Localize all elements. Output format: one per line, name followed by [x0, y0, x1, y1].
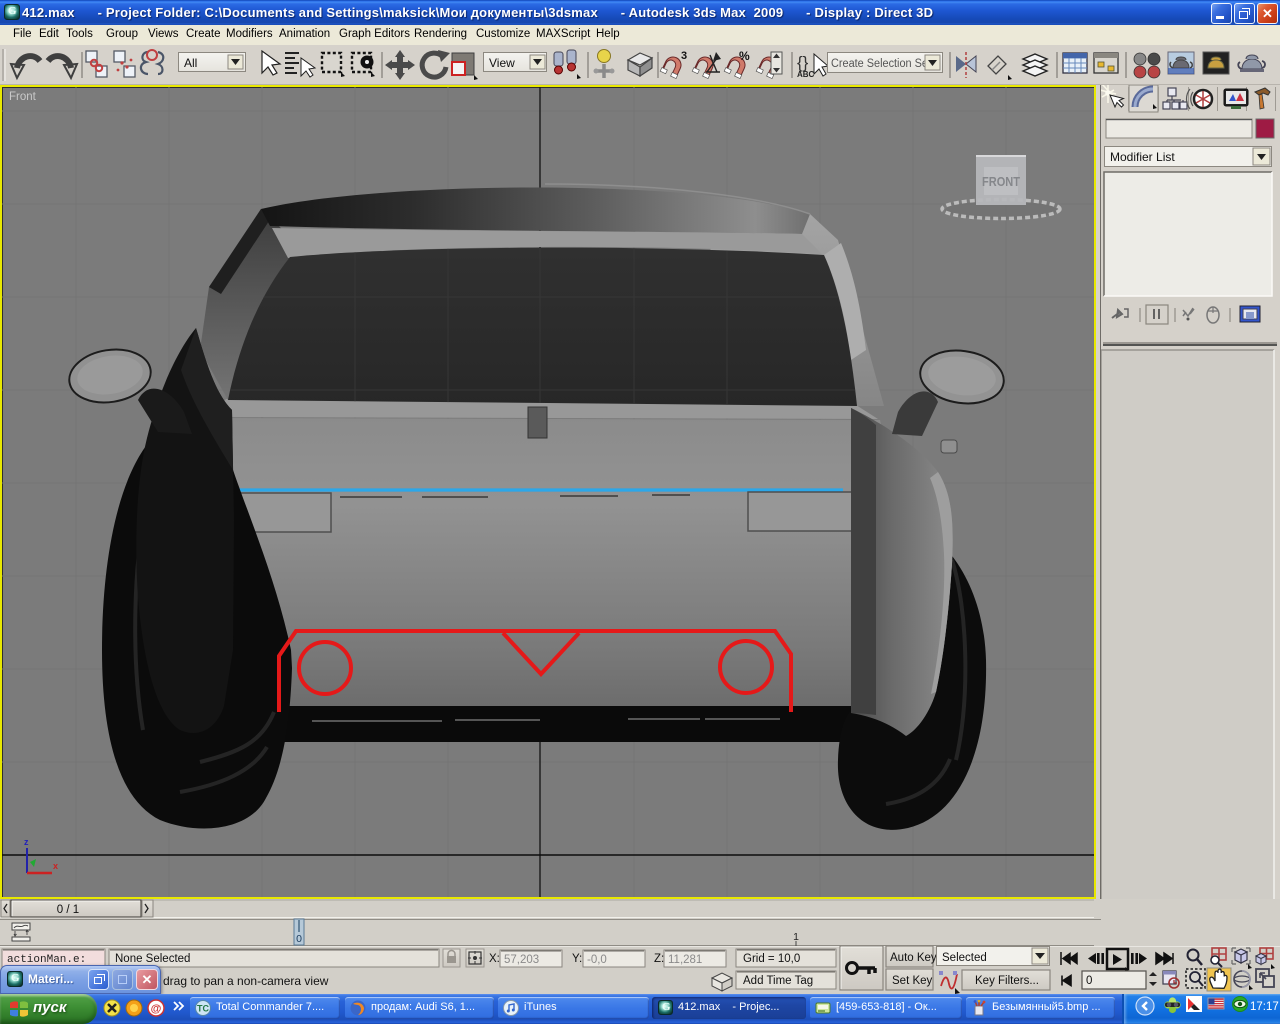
svg-text:Create Selection Set: Create Selection Set: [831, 58, 932, 70]
svg-text:17:17: 17:17: [1250, 1001, 1279, 1013]
svg-text:Auto Key: Auto Key: [890, 952, 937, 964]
svg-text:None Selected: None Selected: [115, 953, 190, 965]
svg-text:0: 0: [1086, 975, 1092, 987]
svg-text:Selected: Selected: [942, 952, 987, 964]
svg-text:X:: X:: [489, 953, 500, 965]
svg-text:TC: TC: [197, 1004, 209, 1014]
svg-text:0 / 1: 0 / 1: [57, 904, 79, 916]
svg-text:Front: Front: [9, 91, 37, 103]
svg-text:Set Key: Set Key: [892, 975, 933, 987]
svg-text:drag to pan a non-camera view: drag to pan a non-camera view: [163, 974, 329, 988]
svg-text:z: z: [24, 837, 29, 847]
svg-text:11,281: 11,281: [668, 954, 702, 966]
svg-text:Y:: Y:: [572, 953, 582, 965]
svg-text:57,203: 57,203: [504, 954, 539, 966]
svg-text:%: %: [739, 49, 750, 63]
svg-text:@: @: [151, 1003, 162, 1015]
svg-text:Add Time Tag: Add Time Tag: [743, 975, 813, 987]
svg-text:-0,0: -0,0: [587, 954, 607, 966]
svg-text:Grid = 10,0: Grid = 10,0: [743, 953, 800, 965]
svg-text:All: All: [184, 56, 197, 70]
svg-text:x: x: [53, 861, 58, 871]
svg-text:3: 3: [681, 50, 687, 62]
svg-text:Z:: Z:: [654, 953, 664, 965]
svg-text:ABC: ABC: [797, 70, 815, 79]
svg-text:Key Filters...: Key Filters...: [975, 975, 1039, 987]
svg-text:0: 0: [296, 933, 302, 945]
svg-text:FRONT: FRONT: [982, 174, 1020, 189]
svg-text:View: View: [489, 56, 515, 70]
svg-text:Modifier List: Modifier List: [1110, 150, 1175, 164]
